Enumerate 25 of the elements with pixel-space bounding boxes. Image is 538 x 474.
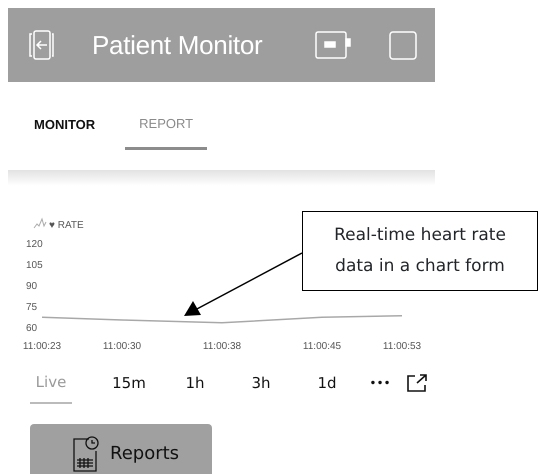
square-icon[interactable] (389, 30, 417, 60)
app-title: Patient Monitor (92, 28, 264, 62)
y-tick-label: 120 (26, 239, 43, 250)
y-tick-label: 75 (26, 302, 38, 313)
range-tab[interactable]: 1d (294, 370, 360, 402)
range-tab[interactable]: 15m (96, 370, 162, 402)
reports-button[interactable]: Reports (30, 424, 212, 474)
y-tick-label: 60 (26, 323, 38, 334)
x-tick-label: 11:00:38 (202, 341, 242, 352)
callout-box: Real-time heart rate data in a chart form (302, 211, 538, 291)
report-clock-icon (72, 434, 100, 472)
x-tick-label: 11:00:53 (382, 341, 422, 352)
range-tab[interactable]: 1h (162, 370, 228, 402)
y-tick-label: 105 (26, 260, 43, 271)
expand-icon[interactable] (406, 373, 428, 394)
tab[interactable]: MONITOR (34, 110, 96, 150)
more-button[interactable]: ••• (360, 372, 400, 400)
x-tick-label: 11:00:30 (102, 341, 142, 352)
chart-icon (34, 218, 46, 228)
battery-icon[interactable] (315, 31, 351, 59)
x-tick-label: 11:00:45 (302, 341, 342, 352)
x-tick-label: 11:00:23 (22, 341, 62, 352)
y-tick-label: 90 (26, 281, 38, 292)
chart-legend: ♥ RATE (49, 220, 84, 231)
range-tab[interactable]: 3h (228, 370, 294, 402)
